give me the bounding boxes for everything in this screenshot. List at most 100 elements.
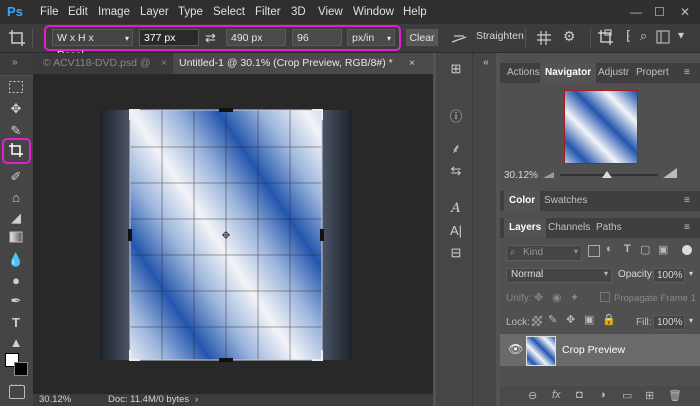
unify-visibility-icon[interactable]: ◉ <box>552 291 562 304</box>
height-input[interactable]: 490 px <box>226 29 286 46</box>
width-input[interactable]: 377 px <box>139 29 199 46</box>
menu-layer[interactable]: Layer <box>140 0 169 24</box>
tab-inactive-document[interactable]: © ACV118-DVD.psd @ <box>43 53 151 74</box>
lock-pixels-icon[interactable]: ✎ <box>548 313 557 326</box>
group-folder-icon[interactable]: ▭ <box>622 389 632 402</box>
lock-artboard-icon[interactable]: ▣ <box>584 313 594 326</box>
blur-tool-icon[interactable]: 💧 <box>6 251 26 269</box>
clone-stamp-tool-icon[interactable]: ⌂ <box>6 189 26 207</box>
gradient-tool-icon[interactable] <box>6 230 26 248</box>
straighten-icon[interactable] <box>451 31 467 45</box>
trash-icon[interactable]: 🗑 <box>668 389 682 402</box>
content-aware-icon[interactable]: ⁅ <box>626 28 631 44</box>
layer-row[interactable]: 👁 Crop Preview <box>500 334 700 366</box>
tab-close-icon[interactable]: × <box>409 53 415 74</box>
menu-help[interactable]: Help <box>403 0 427 24</box>
lock-position-icon[interactable]: ✥ <box>566 313 575 326</box>
brushes-icon[interactable]: ⸙ <box>444 139 468 159</box>
filter-type-icon[interactable]: T <box>624 243 631 255</box>
tab-actions[interactable]: Actions <box>507 63 540 83</box>
tab-swatches[interactable]: Swatches <box>544 191 587 211</box>
menu-3d[interactable]: 3D <box>291 0 306 24</box>
canvas-area[interactable] <box>33 74 433 394</box>
filter-toggle-icon[interactable] <box>682 245 692 255</box>
new-layer-icon[interactable]: ⊞ <box>645 389 654 402</box>
tab-properties[interactable]: Propert <box>636 63 669 83</box>
pen-tool-icon[interactable]: ✒ <box>6 292 26 310</box>
zoom-level[interactable]: 30.12% <box>39 394 71 406</box>
crop-tool-icon[interactable] <box>8 29 26 47</box>
swap-icon[interactable]: ⇄ <box>205 30 216 46</box>
resolution-unit-dropdown[interactable]: px/in ▾ <box>347 29 395 46</box>
quick-mask-icon[interactable] <box>9 385 25 399</box>
zoom-in-icon[interactable] <box>662 167 678 179</box>
filter-pixel-icon[interactable] <box>588 245 600 257</box>
overlay-grid-icon[interactable] <box>535 29 555 47</box>
workspace-icon[interactable] <box>656 29 670 45</box>
menu-type[interactable]: Type <box>178 0 203 24</box>
search-icon[interactable]: ⌕ <box>640 28 647 44</box>
eraser-tool-icon[interactable]: ◢ <box>6 209 26 227</box>
glyphs-icon[interactable]: ⊟ <box>444 243 468 263</box>
paragraph-icon[interactable]: A| <box>444 221 468 241</box>
layer-filter-dropdown[interactable]: ⌕ Kind ▾ <box>506 245 582 261</box>
link-layers-icon[interactable]: ⊖ <box>528 389 537 402</box>
collapse-panels-icon[interactable]: « <box>474 53 498 73</box>
brush-tool-icon[interactable]: ✐ <box>6 168 26 186</box>
menu-edit[interactable]: Edit <box>68 0 88 24</box>
maximize-button[interactable]: ☐ <box>654 3 665 21</box>
layer-name[interactable]: Crop Preview <box>562 344 625 356</box>
panel-menu-icon[interactable]: ≡ <box>684 218 690 238</box>
filter-shape-icon[interactable]: ▢ <box>640 243 650 256</box>
panel-menu-icon[interactable]: ≡ <box>684 63 690 83</box>
tab-adjustments[interactable]: Adjustr <box>598 63 629 83</box>
blend-mode-dropdown[interactable]: Normal ▾ <box>506 268 612 283</box>
chevron-down-icon[interactable]: ▾ <box>689 316 693 325</box>
delete-cropped-pixels-icon[interactable] <box>597 29 615 47</box>
tab-layers[interactable]: Layers <box>504 218 547 238</box>
path-selection-tool-icon[interactable]: ▲ <box>6 334 26 352</box>
chevron-down-icon[interactable]: ▾ <box>689 269 693 278</box>
tab-active-document[interactable]: Untitled-1 @ 30.1% (Crop Preview, RGB/8#… <box>173 53 433 74</box>
tab-color[interactable]: Color <box>504 191 541 211</box>
eye-visibility-icon[interactable]: 👁 <box>508 342 523 356</box>
gear-icon[interactable]: ⚙ <box>563 28 576 45</box>
zoom-out-icon[interactable] <box>542 168 556 180</box>
tab-channels[interactable]: Channels <box>548 218 590 238</box>
adjustment-layer-icon[interactable]: ◑ <box>599 389 606 401</box>
add-mask-icon[interactable]: ◘ <box>576 389 583 401</box>
zoom-slider-handle[interactable] <box>602 171 612 178</box>
navigator-zoom[interactable]: 30.12% <box>504 170 538 181</box>
straighten-label[interactable]: Straighten <box>476 30 524 42</box>
filter-adjustment-icon[interactable]: ◐ <box>606 243 613 255</box>
fx-icon[interactable]: fx <box>552 389 561 401</box>
crop-tool-button-icon[interactable] <box>6 142 26 160</box>
menu-window[interactable]: Window <box>353 0 394 24</box>
resolution-input[interactable]: 96 <box>292 29 342 46</box>
menu-file[interactable]: File <box>40 0 59 24</box>
info-icon[interactable]: ⓘ <box>444 107 468 127</box>
menu-filter[interactable]: Filter <box>255 0 281 24</box>
tab-paths[interactable]: Paths <box>596 218 622 238</box>
navigator-thumbnail[interactable] <box>564 90 638 164</box>
menu-view[interactable]: View <box>318 0 343 24</box>
clear-button[interactable]: Clear <box>406 29 438 46</box>
background-color-swatch[interactable] <box>14 362 28 376</box>
type-tool-icon[interactable]: T <box>6 314 26 332</box>
lock-transparent-icon[interactable] <box>532 316 542 326</box>
crop-preview-canvas[interactable] <box>33 74 433 394</box>
minimize-button[interactable]: — <box>630 3 642 21</box>
menu-image[interactable]: Image <box>98 0 130 24</box>
status-menu-icon[interactable]: › <box>195 394 198 406</box>
unify-style-icon[interactable]: ✦ <box>570 291 579 304</box>
adjust-sliders-icon[interactable]: ⇆ <box>444 161 468 181</box>
opacity-input[interactable]: 100% <box>653 268 685 283</box>
move-tool-icon[interactable]: ✥ <box>6 100 26 118</box>
menu-select[interactable]: Select <box>213 0 245 24</box>
fill-input[interactable]: 100% <box>653 315 685 330</box>
filter-smart-object-icon[interactable]: ▣ <box>658 243 668 256</box>
panel-menu-icon[interactable]: ≡ <box>684 191 690 211</box>
propagate-checkbox[interactable] <box>600 292 610 302</box>
collapse-icon[interactable]: » <box>12 57 18 68</box>
lock-all-icon[interactable]: 🔒 <box>602 313 616 326</box>
